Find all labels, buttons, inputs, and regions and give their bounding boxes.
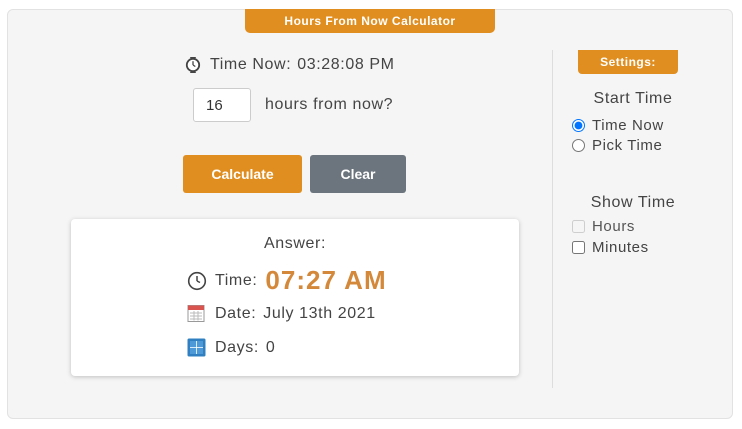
answer-title: Answer: bbox=[264, 235, 326, 252]
pick-time-option-label: Pick Time bbox=[592, 137, 663, 154]
start-time-title: Start Time bbox=[593, 90, 673, 107]
calculator-title: Hours From Now Calculator bbox=[245, 9, 495, 33]
show-minutes-option[interactable]: Minutes bbox=[571, 239, 649, 256]
answer-date-row: Date: July 13th 2021 bbox=[187, 304, 376, 324]
answer-days-label: Days: bbox=[215, 339, 259, 356]
answer-date-label: Date: bbox=[215, 305, 257, 322]
settings-tab: Settings: bbox=[578, 50, 678, 74]
hours-option-label: Hours bbox=[592, 218, 636, 235]
settings-divider bbox=[552, 50, 553, 388]
answer-time-row: Time: 07:27 AM bbox=[187, 265, 387, 296]
calendar-icon bbox=[187, 304, 207, 324]
stopwatch-icon bbox=[184, 56, 202, 74]
time-now-option-label: Time Now bbox=[592, 117, 664, 134]
days-calendar-icon bbox=[187, 338, 207, 358]
start-time-now-option[interactable]: Time Now bbox=[571, 117, 664, 134]
answer-time-value: 07:27 AM bbox=[265, 265, 387, 295]
start-pick-time-option[interactable]: Pick Time bbox=[571, 137, 662, 154]
answer-date-value: July 13th 2021 bbox=[263, 305, 376, 322]
hours-row: hours from now? bbox=[193, 88, 393, 122]
hours-input[interactable] bbox=[193, 88, 251, 122]
pick-time-radio[interactable] bbox=[572, 139, 585, 152]
time-now-label: Time Now: bbox=[210, 56, 292, 73]
minutes-option-label: Minutes bbox=[592, 239, 649, 256]
answer-days-row: Days: 0 bbox=[187, 338, 275, 358]
calculate-button[interactable]: Calculate bbox=[183, 155, 302, 193]
minutes-checkbox[interactable] bbox=[572, 241, 585, 254]
show-time-title: Show Time bbox=[590, 194, 676, 211]
hours-label: hours from now? bbox=[265, 96, 394, 113]
time-now-row: Time Now: 03:28:08 PM bbox=[184, 55, 395, 75]
answer-days-value: 0 bbox=[265, 339, 276, 356]
answer-time-label: Time: bbox=[215, 271, 258, 289]
clear-button[interactable]: Clear bbox=[310, 155, 406, 193]
time-now-radio[interactable] bbox=[572, 119, 585, 132]
answer-card: Answer: Time: 07:27 AM Date: July 13th 2… bbox=[71, 219, 519, 376]
show-hours-option: Hours bbox=[571, 218, 635, 235]
clock-icon bbox=[187, 271, 207, 291]
hours-checkbox bbox=[572, 220, 585, 233]
time-now-value: 03:28:08 PM bbox=[297, 56, 395, 73]
